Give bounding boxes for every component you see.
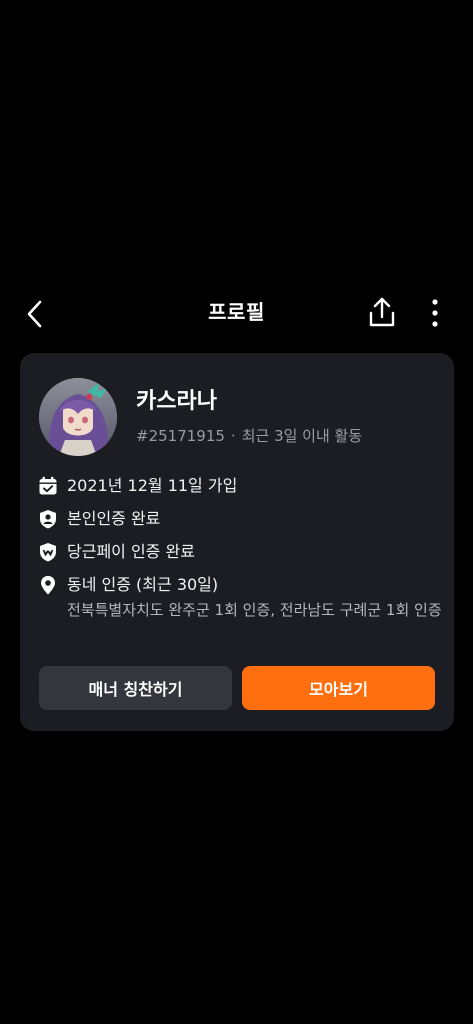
manner-praise-button[interactable]: 매너 칭찬하기 <box>39 666 232 710</box>
user-id: #25171915 <box>136 427 225 445</box>
profile-card: 카스라나 #25171915 · 최근 3일 이내 활동 2021년 12월 11일… <box>20 353 454 731</box>
pay-shield-icon <box>40 543 56 562</box>
share-icon <box>369 297 395 327</box>
calendar-check-icon <box>39 476 57 495</box>
avatar[interactable] <box>39 378 117 456</box>
top-navigation-bar: 프로필 <box>0 288 473 336</box>
avatar-image <box>39 378 117 456</box>
joined-date: 2021년 12월 11일 가입 <box>67 476 238 495</box>
shield-person-icon <box>40 510 56 529</box>
activity-status: 최근 3일 이내 활동 <box>241 427 363 445</box>
more-vertical-icon <box>432 299 438 327</box>
profile-nickname: 카스라나 <box>136 389 217 414</box>
info-row-neighborhood: 동네 인증 (최근 30일) <box>38 573 218 599</box>
share-button[interactable] <box>366 296 398 330</box>
info-row-identity: 본인인증 완료 <box>38 507 160 533</box>
more-options-button[interactable] <box>424 298 446 328</box>
profile-meta: #25171915 · 최근 3일 이내 활동 <box>136 425 362 447</box>
view-all-button[interactable]: 모아보기 <box>242 666 435 710</box>
meta-separator: · <box>230 427 236 445</box>
neighborhood-detail: 전북특별자치도 완주군 1회 인증, 전라남도 구례군 1회 인증 <box>67 601 442 619</box>
location-pin-icon <box>41 576 55 595</box>
neighborhood-verified: 동네 인증 (최근 30일) <box>67 575 219 594</box>
pay-verified: 당근페이 인증 완료 <box>67 542 195 561</box>
identity-verified: 본인인증 완료 <box>67 509 161 528</box>
info-row-pay: 당근페이 인증 완료 <box>38 540 195 566</box>
info-row-joined: 2021년 12월 11일 가입 <box>38 474 237 500</box>
page-title: 프로필 <box>208 300 265 324</box>
